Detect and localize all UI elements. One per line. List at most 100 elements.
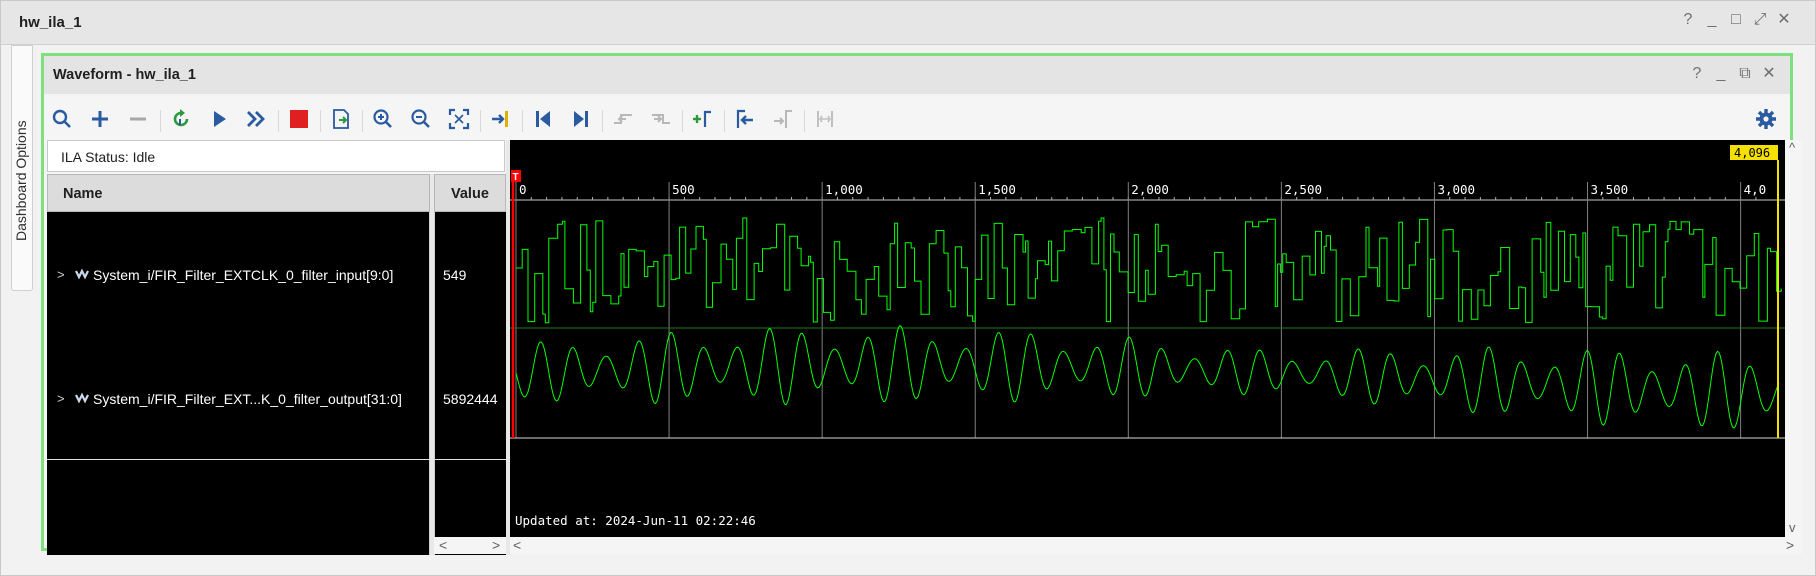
waveform-plot[interactable]: 0 500 1,000 1,500 2,000 2,500 3,000 3,500 4,0 T 4,… xyxy=(510,140,1785,538)
time-tick-label: 3,000 xyxy=(1437,182,1475,197)
zoom-in-button[interactable] xyxy=(368,104,398,134)
add-probes-button[interactable] xyxy=(85,104,115,134)
signal-row-input[interactable]: > System_i/FIR_Filter_EXTCLK_0_filter_in… xyxy=(47,212,430,336)
window-controls: ? _ □ ⤢ ✕ xyxy=(1681,11,1791,29)
waveform-panel: Waveform - hw_ila_1 ? _ ⧉ ✕ ILA Status: … xyxy=(41,53,1802,555)
scroll-left-icon[interactable]: < xyxy=(513,537,521,553)
next-marker-button[interactable] xyxy=(768,104,798,134)
minimize-icon[interactable]: _ xyxy=(1714,65,1728,83)
waveform-horizontal-scrollbar[interactable]: < > xyxy=(510,537,1802,554)
maximize-icon[interactable]: □ xyxy=(1729,11,1743,29)
close-icon[interactable]: ✕ xyxy=(1762,65,1776,83)
close-icon[interactable]: ✕ xyxy=(1777,11,1791,29)
bus-icon xyxy=(75,392,89,404)
dashboard-options-tab[interactable]: Dashboard Options xyxy=(11,45,33,291)
chevron-right-icon[interactable]: > xyxy=(57,391,65,406)
zoom-out-button[interactable] xyxy=(406,104,436,134)
go-to-cursor-button[interactable] xyxy=(486,104,516,134)
ila-status-value: Idle xyxy=(132,149,156,165)
value-row-input: 549 xyxy=(435,212,507,336)
restore-icon[interactable]: ⧉ xyxy=(1738,65,1752,83)
bus-icon xyxy=(75,268,89,280)
add-marker-icon xyxy=(693,110,711,127)
row-divider xyxy=(435,459,507,460)
skip-end-icon xyxy=(574,111,588,127)
play-icon xyxy=(214,111,226,127)
waveform-canvas[interactable]: 0 500 1,000 1,500 2,000 2,500 3,000 3,500 4,0 T 4,… xyxy=(510,140,1785,538)
toolbar-separator xyxy=(602,110,603,132)
signal-value: 549 xyxy=(443,267,467,283)
stop-button[interactable] xyxy=(284,104,314,134)
zoom-fit-button[interactable] xyxy=(444,104,474,134)
float-icon[interactable]: ⤢ xyxy=(1753,11,1767,29)
cursor-time-label: 4,096 xyxy=(1734,146,1770,160)
toolbar-separator xyxy=(278,110,279,132)
search-button[interactable] xyxy=(47,104,77,134)
row-divider xyxy=(47,459,430,460)
waveform-window-controls: ? _ ⧉ ✕ xyxy=(1690,65,1776,83)
go-to-end-button[interactable] xyxy=(566,104,596,134)
signal-value-list: 549 5892444 xyxy=(434,212,507,555)
add-marker-button[interactable] xyxy=(688,104,718,134)
go-to-start-button[interactable] xyxy=(528,104,558,134)
scroll-right-icon[interactable]: > xyxy=(1786,537,1794,553)
run-trigger-button[interactable] xyxy=(204,104,234,134)
stop-icon xyxy=(290,110,308,128)
previous-transition-button[interactable] xyxy=(608,104,638,134)
scroll-down-icon[interactable]: v xyxy=(1789,520,1796,535)
previous-marker-icon xyxy=(736,109,753,128)
dashboard-options-label: Dashboard Options xyxy=(13,120,29,241)
signal-name-list: > System_i/FIR_Filter_EXTCLK_0_filter_in… xyxy=(47,212,430,555)
waveform-vertical-scrollbar[interactable]: ^ v xyxy=(1785,140,1802,538)
toolbar-separator xyxy=(160,110,161,132)
refresh-button[interactable] xyxy=(166,104,196,134)
updated-timestamp: Updated at: 2024-Jun-11 02:22:46 xyxy=(515,513,756,528)
time-tick-label: 4,0 xyxy=(1744,182,1767,197)
swap-markers-button[interactable] xyxy=(810,104,840,134)
scroll-left-icon[interactable]: < xyxy=(439,537,447,553)
window-title: hw_ila_1 xyxy=(19,14,82,31)
next-transition-button[interactable] xyxy=(646,104,676,134)
export-icon xyxy=(333,109,349,129)
fast-forward-icon xyxy=(247,111,265,127)
ila-status-bar: ILA Status: Idle xyxy=(47,140,505,172)
value-horizontal-scrollbar[interactable]: < > xyxy=(434,537,506,554)
remove-probes-button[interactable] xyxy=(123,104,153,134)
export-button[interactable] xyxy=(326,104,356,134)
scroll-up-icon[interactable]: ^ xyxy=(1789,140,1795,155)
plus-icon xyxy=(92,111,108,127)
toolbar-separator xyxy=(804,110,805,132)
zoom-in-icon xyxy=(373,109,392,128)
toolbar-separator xyxy=(480,110,481,132)
minimize-icon[interactable]: _ xyxy=(1705,11,1719,29)
time-tick-label: 500 xyxy=(672,182,695,197)
help-icon[interactable]: ? xyxy=(1690,65,1704,83)
name-column-header[interactable]: Name xyxy=(47,174,430,212)
waveform-titlebar: Waveform - hw_ila_1 ? _ ⧉ ✕ xyxy=(44,56,1790,94)
time-tick-label: 2,500 xyxy=(1284,182,1322,197)
gear-icon xyxy=(1756,109,1776,129)
toolbar-separator xyxy=(522,110,523,132)
waveform-title: Waveform - hw_ila_1 xyxy=(53,67,196,83)
chevron-right-icon[interactable]: > xyxy=(57,267,65,282)
settings-button[interactable] xyxy=(1751,104,1781,134)
signal-value: 5892444 xyxy=(443,391,498,407)
zoom-fit-icon xyxy=(448,108,470,130)
time-tick-label: 1,000 xyxy=(825,182,863,197)
scroll-right-icon[interactable]: > xyxy=(492,537,500,553)
swap-markers-icon xyxy=(817,111,833,127)
help-icon[interactable]: ? xyxy=(1681,11,1695,29)
signal-name: System_i/FIR_Filter_EXT...K_0_filter_out… xyxy=(93,391,402,407)
signal-row-output[interactable]: > System_i/FIR_Filter_EXT...K_0_filter_o… xyxy=(47,336,430,460)
go-to-cursor-icon xyxy=(492,111,508,127)
search-icon xyxy=(52,109,71,128)
zoom-out-icon xyxy=(411,109,430,128)
time-tick-label: 2,000 xyxy=(1131,182,1169,197)
next-marker-icon xyxy=(774,110,792,128)
value-row-output: 5892444 xyxy=(435,336,507,460)
signal-name: System_i/FIR_Filter_EXTCLK_0_filter_inpu… xyxy=(93,267,394,283)
previous-marker-button[interactable] xyxy=(730,104,760,134)
value-column-header[interactable]: Value xyxy=(434,174,506,212)
ila-window: hw_ila_1 ? _ □ ⤢ ✕ Dashboard Options Wav… xyxy=(0,0,1816,576)
run-immediate-button[interactable] xyxy=(241,104,271,134)
